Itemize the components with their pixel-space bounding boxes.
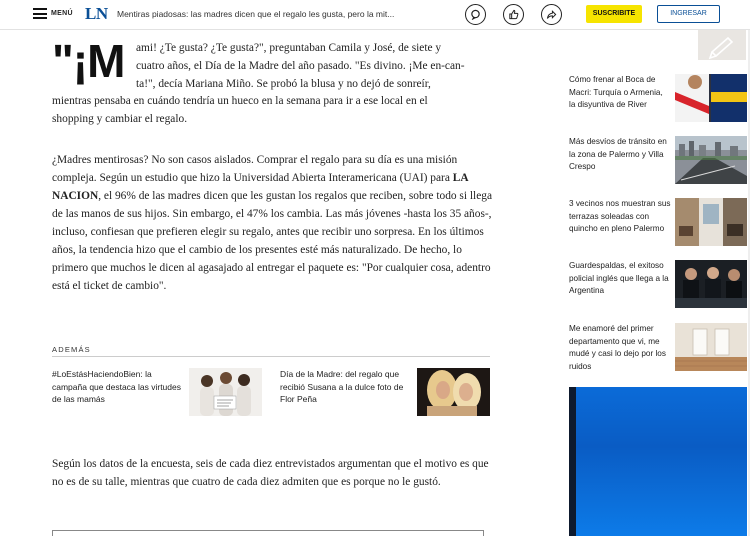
paragraph-2: ¿Madres mentirosas? No son casos aislado… (52, 151, 492, 295)
paragraph-1-line-5: shopping y cambiar el regalo. (52, 113, 188, 125)
comment-icon[interactable] (465, 4, 486, 25)
paragraph-1-line-4: mientras pensaba en cuándo tendría un hu… (52, 95, 428, 107)
city-aerial-photo[interactable] (675, 136, 747, 184)
sidebar-item-1-title[interactable]: Cómo frenar al Boca de Macri: Turquía o … (569, 74, 671, 112)
tv-series-photo[interactable] (675, 260, 747, 308)
two-women-photo[interactable] (417, 368, 490, 416)
terrace-photo[interactable] (675, 198, 747, 246)
login-button[interactable]: INGRESAR (657, 5, 720, 23)
header-headline: Mentiras piadosas: las madres dicen que … (117, 9, 395, 19)
thumbs-up-icon[interactable] (503, 4, 524, 25)
advertisement-box[interactable] (569, 387, 747, 536)
menu-label: MENÚ (51, 10, 73, 17)
share-icon[interactable] (541, 4, 562, 25)
bottom-banner (52, 530, 484, 536)
related-article-2-title[interactable]: Día de la Madre: del regalo que recibió … (280, 368, 405, 406)
paragraph-1-line-1: ami! ¿Te gusta? ¿Te gusta?", preguntaban… (136, 42, 442, 54)
ademas-divider (52, 356, 490, 357)
sidebar-item-3-title[interactable]: 3 vecinos nos muestran sus terrazas sole… (569, 198, 671, 236)
sidebar-item-2-title[interactable]: Más desvíos de tránsito en la zona de Pa… (569, 136, 671, 174)
sidebar-item-5-title[interactable]: Me enamoré del primer departamento que v… (569, 323, 671, 373)
paragraph-1-line-2: cuatro años, el Día de la Madre del año … (136, 60, 465, 72)
paragraph-2-text-a: ¿Madres mentirosas? No son casos aislado… (52, 154, 458, 184)
three-women-photo[interactable] (189, 368, 262, 416)
pen-icon (698, 30, 746, 60)
menu-button[interactable]: MENÚ (33, 8, 73, 19)
site-logo[interactable]: LN (85, 4, 108, 24)
drop-cap: "¡M (52, 35, 125, 87)
paragraph-3: Según los datos de la encuesta, seis de … (52, 458, 489, 488)
top-header: MENÚ LN Mentiras piadosas: las madres di… (0, 0, 750, 30)
apartment-photo[interactable] (675, 323, 747, 371)
paragraph-2-text-b: , el 96% de las madres dicen que les gus… (52, 190, 493, 292)
ademas-label: ADEMÁS (52, 345, 91, 354)
subscribe-button[interactable]: SUSCRIBITE (586, 5, 642, 23)
paragraph-1-line-3: ta!", decía Mariana Miño. Se probó la bl… (136, 78, 431, 90)
related-article-1-title[interactable]: #LoEstásHaciendoBien: la campaña que des… (52, 368, 182, 406)
sidebar-item-4-title[interactable]: Guardespaldas, el exitoso policial inglé… (569, 260, 671, 298)
hamburger-icon (33, 8, 47, 19)
soccer-players-photo[interactable] (675, 74, 747, 122)
